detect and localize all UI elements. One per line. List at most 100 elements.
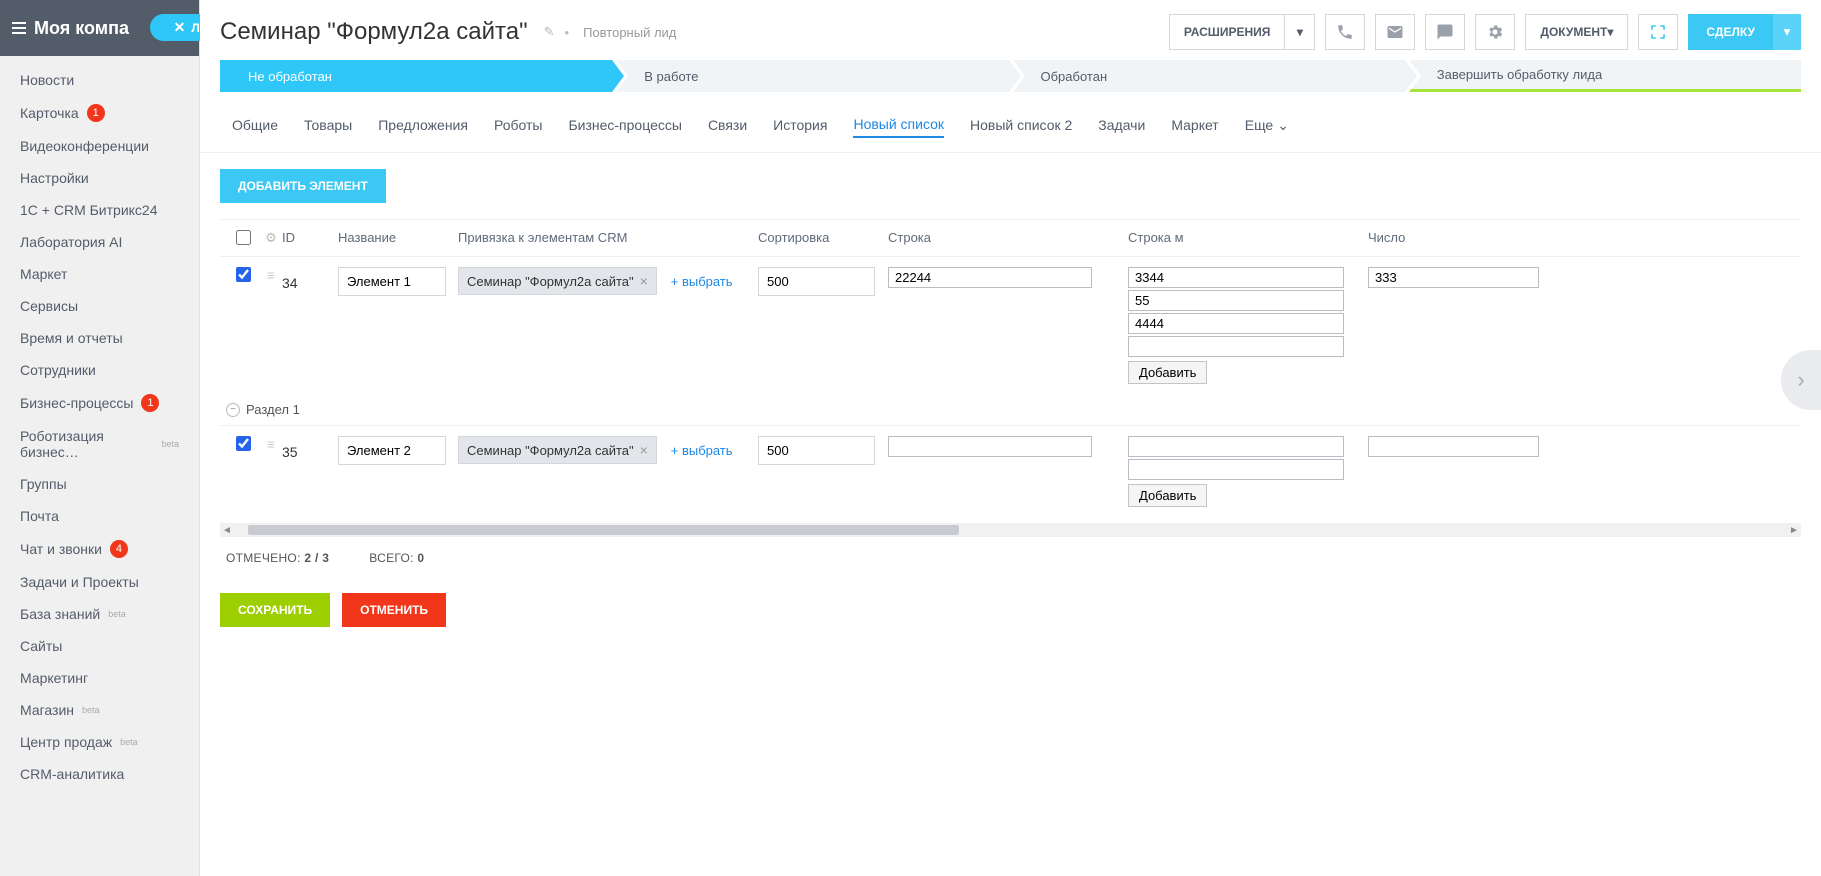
tab-history[interactable]: История <box>773 117 827 137</box>
col-num[interactable]: Число <box>1368 230 1548 245</box>
tab-general[interactable]: Общие <box>232 117 278 137</box>
col-sort[interactable]: Сортировка <box>758 230 888 245</box>
row-checkbox[interactable] <box>236 436 251 451</box>
tab-links[interactable]: Связи <box>708 117 747 137</box>
sidebar-item-sales[interactable]: Центр продажbeta <box>0 726 199 758</box>
tab-products[interactable]: Товары <box>304 117 352 137</box>
tab-robots[interactable]: Роботы <box>494 117 542 137</box>
drag-icon[interactable]: ≡ <box>260 267 282 283</box>
gear-icon[interactable]: ⚙ <box>260 230 282 246</box>
sidebar-item-sites[interactable]: Сайты <box>0 630 199 662</box>
tab-newlist[interactable]: Новый список <box>853 116 944 138</box>
status-in-work[interactable]: В работе <box>616 60 1008 92</box>
tab-tasks[interactable]: Задачи <box>1098 117 1145 137</box>
add-strm-button[interactable]: Добавить <box>1128 484 1207 507</box>
strm-input[interactable] <box>1128 313 1344 334</box>
tab-more[interactable]: Еще ⌄ <box>1245 117 1289 138</box>
phone-icon[interactable] <box>1325 14 1365 50</box>
extensions-button[interactable]: РАСШИРЕНИЯ <box>1169 14 1286 50</box>
strm-input[interactable] <box>1128 436 1344 457</box>
col-crm[interactable]: Привязка к элементам CRM <box>458 230 758 245</box>
close-icon[interactable]: × <box>640 442 648 458</box>
strm-input[interactable] <box>1128 459 1344 480</box>
horizontal-scrollbar[interactable]: ◄ ► <box>220 523 1801 537</box>
status-bar: Не обработан В работе Обработан Завершит… <box>200 60 1821 102</box>
hamburger-icon[interactable] <box>12 22 26 34</box>
chat-icon[interactable] <box>1425 14 1465 50</box>
status-processed[interactable]: Обработан <box>1013 60 1405 92</box>
add-element-button[interactable]: ДОБАВИТЬ ЭЛЕМЕНТ <box>220 169 386 203</box>
sidebar-item-employees[interactable]: Сотрудники <box>0 354 199 386</box>
num-input[interactable] <box>1368 267 1539 288</box>
sidebar-item-video[interactable]: Видеоконференции <box>0 130 199 162</box>
col-id[interactable]: ID <box>282 230 338 245</box>
sidebar-item-bp[interactable]: Бизнес-процессы1 <box>0 386 199 420</box>
sidebar-item-kb[interactable]: База знанийbeta <box>0 598 199 630</box>
col-str[interactable]: Строка <box>888 230 1128 245</box>
sidebar-item-ai[interactable]: Лаборатория AI <box>0 226 199 258</box>
sidebar-item-mail[interactable]: Почта <box>0 500 199 532</box>
str-input[interactable] <box>888 436 1092 457</box>
close-icon[interactable]: ✕ <box>174 19 186 36</box>
sidebar-item-crma[interactable]: CRM-аналитика <box>0 758 199 790</box>
section-header[interactable]: − Раздел 1 <box>220 394 1801 425</box>
strm-input[interactable] <box>1128 290 1344 311</box>
col-name[interactable]: Название <box>338 230 458 245</box>
sidebar-item-time[interactable]: Время и отчеты <box>0 322 199 354</box>
tab-market[interactable]: Маркет <box>1171 117 1218 137</box>
sidebar-item-marketing[interactable]: Маркетинг <box>0 662 199 694</box>
sidebar-item-market[interactable]: Маркет <box>0 258 199 290</box>
scrollbar-thumb[interactable] <box>248 525 959 535</box>
save-button[interactable]: СОХРАНИТЬ <box>220 593 330 627</box>
sidebar-item-1c[interactable]: 1С + CRM Битрикс24 <box>0 194 199 226</box>
select-all-checkbox[interactable] <box>236 230 251 245</box>
strm-input[interactable] <box>1128 336 1344 357</box>
sidebar-item-chat[interactable]: Чат и звонки4 <box>0 532 199 566</box>
sort-input[interactable] <box>758 267 875 296</box>
footer-info: ОТМЕЧЕНО: 2 / 3 ВСЕГО: 0 <box>220 537 1801 579</box>
col-strm[interactable]: Строка м <box>1128 230 1368 245</box>
close-icon[interactable]: × <box>640 273 648 289</box>
badge: 4 <box>110 540 128 558</box>
drag-icon[interactable]: ≡ <box>260 436 282 452</box>
row-checkbox[interactable] <box>236 267 251 282</box>
sub-status: Повторный лид <box>583 25 676 40</box>
choose-link[interactable]: выбрать <box>671 443 733 458</box>
sidebar-item-tasks[interactable]: Задачи и Проекты <box>0 566 199 598</box>
tabs: Общие Товары Предложения Роботы Бизнес-п… <box>200 102 1821 153</box>
badge: 1 <box>141 394 159 412</box>
name-input[interactable] <box>338 267 446 296</box>
grid: ⚙ ID Название Привязка к элементам CRM С… <box>220 219 1801 517</box>
document-button[interactable]: ДОКУМЕНТ ▾ <box>1525 14 1628 50</box>
tab-newlist2[interactable]: Новый список 2 <box>970 117 1072 137</box>
tab-bp[interactable]: Бизнес-процессы <box>568 117 681 137</box>
fullscreen-icon[interactable] <box>1638 14 1678 50</box>
chevron-down-icon: ⌄ <box>1277 117 1289 134</box>
deal-button[interactable]: СДЕЛКУ <box>1688 14 1773 50</box>
sidebar-item-settings[interactable]: Настройки <box>0 162 199 194</box>
extensions-dropdown[interactable]: ▾ <box>1285 14 1315 50</box>
pencil-icon[interactable]: ✎ <box>544 24 555 40</box>
sidebar-item-news[interactable]: Новости <box>0 64 199 96</box>
sidebar-item-groups[interactable]: Группы <box>0 468 199 500</box>
add-strm-button[interactable]: Добавить <box>1128 361 1207 384</box>
strm-input[interactable] <box>1128 267 1344 288</box>
cancel-button[interactable]: ОТМЕНИТЬ <box>342 593 446 627</box>
num-input[interactable] <box>1368 436 1539 457</box>
name-input[interactable] <box>338 436 446 465</box>
sidebar-item-shop[interactable]: Магазинbeta <box>0 694 199 726</box>
sidebar-item-services[interactable]: Сервисы <box>0 290 199 322</box>
sort-input[interactable] <box>758 436 875 465</box>
sidebar-item-robot[interactable]: Роботизация бизнес…beta <box>0 420 199 468</box>
tab-offers[interactable]: Предложения <box>378 117 468 137</box>
str-input[interactable] <box>888 267 1092 288</box>
deal-dropdown[interactable]: ▾ <box>1773 14 1801 50</box>
gear-icon[interactable] <box>1475 14 1515 50</box>
sidebar-item-card[interactable]: Карточка1 <box>0 96 199 130</box>
status-finish[interactable]: Завершить обработку лида <box>1409 60 1801 92</box>
status-not-processed[interactable]: Не обработан <box>220 60 612 92</box>
collapse-icon[interactable]: − <box>226 403 240 417</box>
mail-icon[interactable] <box>1375 14 1415 50</box>
choose-link[interactable]: выбрать <box>671 274 733 289</box>
topbar: Семинар "Формул2а сайта" ✎ • Повторный л… <box>200 0 1821 60</box>
